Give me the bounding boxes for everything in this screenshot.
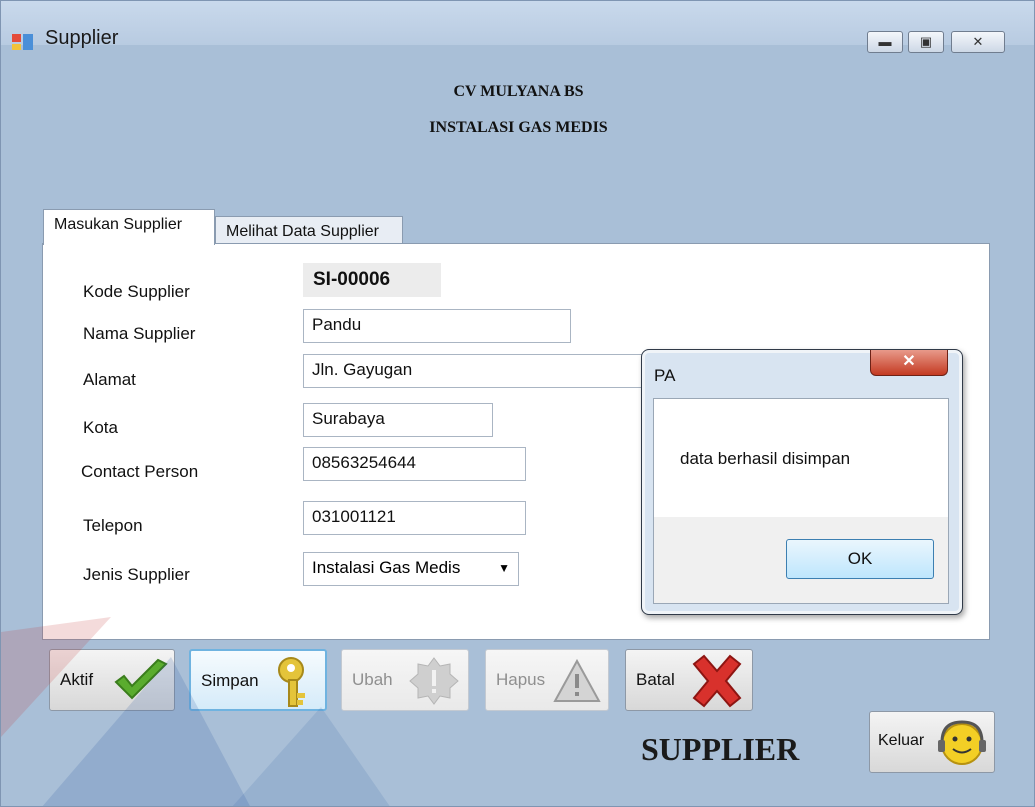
nama-supplier-label: Nama Supplier xyxy=(83,324,196,343)
smiley-headset-icon xyxy=(938,720,986,765)
hapus-button-label: Hapus xyxy=(496,670,546,689)
dialog-close-button[interactable]: ✕ xyxy=(870,350,948,376)
kota-label: Kota xyxy=(83,418,118,437)
batal-button[interactable]: Batal xyxy=(625,649,753,711)
ok-button[interactable]: OK xyxy=(786,539,934,579)
window-title: Supplier xyxy=(45,27,119,49)
message-dialog: PA ✕ data berhasil disimpan OK xyxy=(641,349,963,615)
watermark-logo xyxy=(1,617,390,806)
telepon-label: Telepon xyxy=(83,516,143,535)
dialog-body: data berhasil disimpan OK xyxy=(653,398,949,604)
aktif-button-label: Aktif xyxy=(60,670,94,689)
company-subtitle: INSTALASI GAS MEDIS xyxy=(429,119,608,136)
warning-triangle-icon xyxy=(553,658,601,702)
hapus-button[interactable]: Hapus xyxy=(485,649,609,711)
simpan-button[interactable]: Simpan xyxy=(189,649,327,711)
kota-input[interactable]: Surabaya xyxy=(303,403,493,437)
alamat-input[interactable]: Jln. Gayugan xyxy=(303,354,643,388)
kode-supplier-label: Kode Supplier xyxy=(83,282,190,301)
alamat-label: Alamat xyxy=(83,370,136,389)
dialog-message: data berhasil disimpan xyxy=(680,449,851,468)
dropdown-arrow-icon: ▼ xyxy=(498,561,510,575)
keluar-button-label: Keluar xyxy=(878,732,925,749)
tab-masukan-supplier[interactable]: Masukan Supplier xyxy=(43,209,215,245)
tab-melihat-data-supplier[interactable]: Melihat Data Supplier xyxy=(215,216,403,246)
supplier-window: Supplier ▬ ▣ ✕ CV MULYANA BS INSTALASI G… xyxy=(0,0,1035,807)
app-form-icon xyxy=(12,34,33,50)
jenis-supplier-select[interactable]: Instalasi Gas Medis ▼ xyxy=(303,552,519,586)
window-close-button[interactable]: ✕ xyxy=(951,31,1005,53)
contact-person-label: Contact Person xyxy=(81,462,199,481)
telepon-input[interactable]: 031001121 xyxy=(303,501,526,535)
company-name: CV MULYANA BS xyxy=(453,83,584,100)
minimize-icon: ▬ xyxy=(878,34,892,49)
minimize-button[interactable]: ▬ xyxy=(867,31,903,53)
ubah-button[interactable]: Ubah xyxy=(341,649,469,711)
close-icon: ✕ xyxy=(902,353,916,370)
dialog-footer: OK xyxy=(654,517,948,603)
maximize-button[interactable]: ▣ xyxy=(908,31,944,53)
simpan-button-label: Simpan xyxy=(201,671,259,690)
aktif-button[interactable]: Aktif xyxy=(49,649,175,711)
checkmark-icon xyxy=(114,658,168,700)
cross-icon xyxy=(692,654,742,708)
close-icon: ✕ xyxy=(972,34,984,49)
keluar-button[interactable]: Keluar xyxy=(869,711,995,773)
dialog-title: PA xyxy=(654,366,676,385)
warning-badge-icon xyxy=(409,657,459,705)
batal-button-label: Batal xyxy=(636,670,675,689)
jenis-supplier-value: Instalasi Gas Medis xyxy=(312,558,461,577)
kode-supplier-value: SI-00006 xyxy=(303,263,441,297)
title-bar: Supplier ▬ ▣ ✕ xyxy=(1,1,1034,53)
nama-supplier-input[interactable]: Pandu xyxy=(303,309,571,343)
ubah-button-label: Ubah xyxy=(352,670,393,689)
jenis-supplier-label: Jenis Supplier xyxy=(83,565,190,584)
footer-title: SUPPLIER xyxy=(641,731,800,767)
contact-person-input[interactable]: 08563254644 xyxy=(303,447,526,481)
key-icon xyxy=(278,657,305,707)
maximize-icon: ▣ xyxy=(919,34,933,49)
